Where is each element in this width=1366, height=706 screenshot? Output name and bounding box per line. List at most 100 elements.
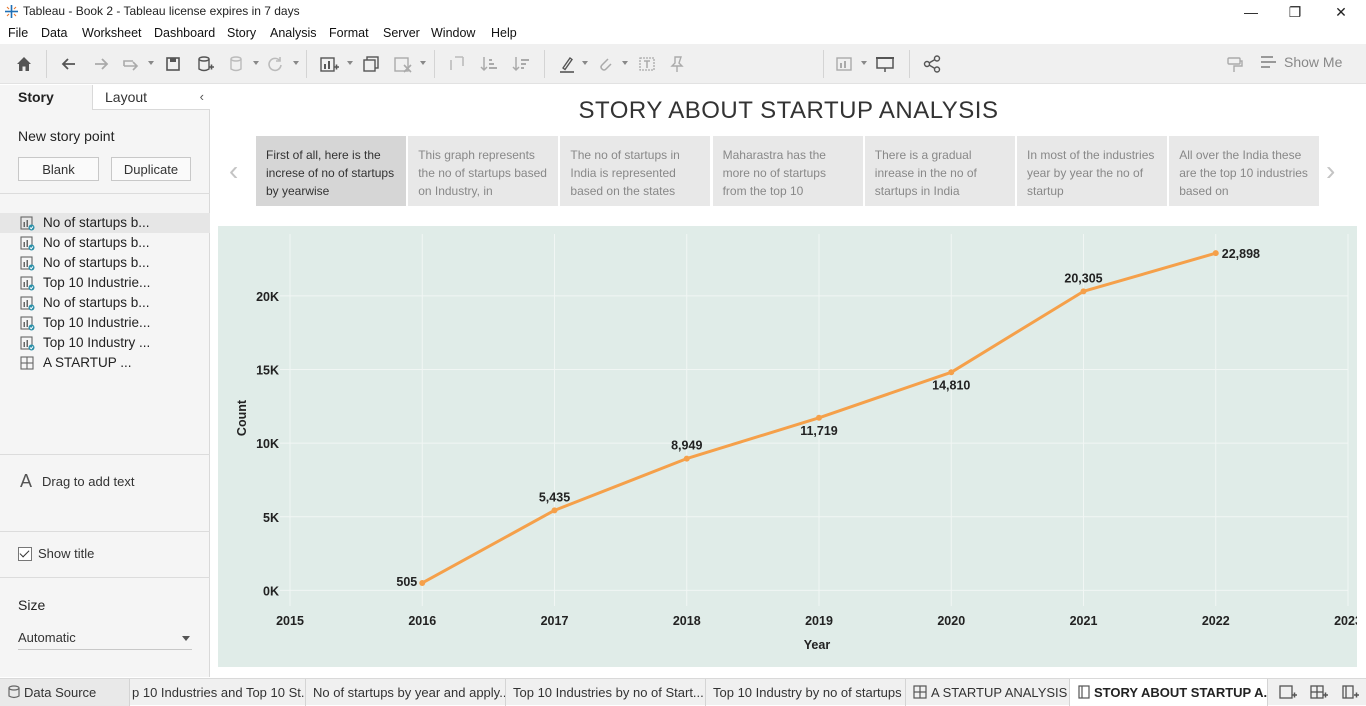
sheet-list-item[interactable]: No of startups b... — [0, 253, 210, 273]
sort-descending-icon[interactable] — [509, 52, 533, 76]
share-icon[interactable] — [920, 52, 944, 76]
data-source-tab[interactable]: Data Source — [0, 679, 130, 706]
menu-story[interactable]: Story — [227, 26, 256, 40]
menu-window[interactable]: Window — [431, 26, 475, 40]
save-icon[interactable] — [161, 52, 185, 76]
x-tick-label: 2023 — [1334, 614, 1357, 628]
menu-bar: File Data Worksheet Dashboard Story Anal… — [0, 24, 1366, 44]
sheet-list-item-label: No of startups b... — [43, 235, 150, 250]
new-data-source-icon[interactable] — [193, 52, 217, 76]
sheet-tab[interactable]: Top 10 Industry by no of startups — [706, 679, 906, 706]
replay-animation-icon[interactable] — [119, 52, 143, 76]
menu-analysis[interactable]: Analysis — [270, 26, 317, 40]
sort-ascending-icon[interactable] — [477, 52, 501, 76]
data-point — [1080, 288, 1087, 295]
data-label: 8,949 — [671, 439, 702, 453]
data-label: 20,305 — [1064, 271, 1102, 285]
sheet-list-item-label: A STARTUP ... — [43, 355, 132, 370]
menu-dashboard[interactable]: Dashboard — [154, 26, 215, 40]
new-story-tab-icon[interactable] — [1338, 680, 1362, 704]
story-point-caption[interactable]: There is a gradual inrease in the no of … — [864, 136, 1015, 206]
story-point-caption[interactable]: The no of startups in India is represent… — [560, 136, 711, 206]
refresh-icon[interactable] — [263, 52, 287, 76]
story-point-caption[interactable]: All over the India these are the top 10 … — [1169, 136, 1320, 206]
menu-help[interactable]: Help — [491, 26, 517, 40]
sheet-tab[interactable]: Top 10 Industries by no of Start... — [506, 679, 706, 706]
minimize-button[interactable]: — — [1228, 0, 1274, 24]
menu-format[interactable]: Format — [329, 26, 369, 40]
show-title-checkbox[interactable]: Show title — [18, 546, 94, 561]
sheet-list-item[interactable]: No of startups b... — [0, 233, 210, 253]
story-tab-active[interactable]: STORY ABOUT STARTUP A... — [1070, 679, 1268, 706]
duplicate-sheet-icon[interactable] — [359, 52, 383, 76]
next-story-point-arrow[interactable]: › — [1326, 155, 1335, 187]
menu-worksheet[interactable]: Worksheet — [82, 26, 142, 40]
worksheet-used-icon — [20, 276, 35, 291]
presentation-mode-icon[interactable] — [873, 52, 897, 76]
story-area: STORY ABOUT STARTUP ANALYSIS ‹ › First o… — [211, 85, 1366, 677]
redo-icon[interactable] — [89, 52, 113, 76]
duplicate-button[interactable]: Duplicate — [111, 157, 191, 181]
story-point-caption[interactable]: In most of the industries year by year t… — [1017, 136, 1167, 206]
dashboard-icon — [20, 356, 34, 370]
worksheet-used-icon — [20, 216, 35, 231]
sheet-tabs-bar: Data Source p 10 Industries and Top 10 S… — [0, 678, 1366, 706]
sheet-list-item[interactable]: Top 10 Industrie... — [0, 313, 210, 333]
story-point-caption[interactable]: This graph represents the no of startups… — [408, 136, 559, 206]
show-mark-labels-icon[interactable] — [635, 52, 659, 76]
format-painter-icon[interactable] — [1222, 52, 1246, 76]
highlight-icon[interactable] — [555, 52, 579, 76]
sheet-tab[interactable]: No of startups by year and apply... — [306, 679, 506, 706]
tab-layout[interactable]: Layout ‹ — [92, 85, 210, 110]
pause-updates-icon[interactable] — [225, 52, 249, 76]
data-source-label: Data Source — [24, 685, 97, 700]
x-tick-label: 2021 — [1070, 614, 1098, 628]
show-cards-icon[interactable] — [833, 52, 857, 76]
toolbar — [0, 44, 1366, 118]
group-members-icon[interactable] — [593, 52, 617, 76]
tab-layout-label: Layout — [105, 89, 148, 105]
sheet-list-item[interactable]: No of startups b... — [0, 293, 210, 313]
sheet-list-item[interactable]: A STARTUP ... — [0, 353, 210, 373]
home-icon[interactable] — [12, 52, 36, 76]
worksheet-used-icon — [20, 256, 35, 271]
previous-story-point-arrow[interactable]: ‹ — [229, 155, 238, 187]
restore-button[interactable]: ❐ — [1272, 0, 1318, 24]
show-me-icon — [1261, 56, 1276, 68]
data-point — [1212, 250, 1219, 257]
collapse-icon[interactable]: ‹ — [200, 89, 204, 104]
chart-panel: 0K 5K 10K 15K 20K 2015 2016 2017 2018 2019 2020 202… — [218, 226, 1362, 667]
size-dropdown[interactable]: Automatic — [18, 628, 192, 650]
sheet-list-item[interactable]: Top 10 Industry ... — [0, 333, 210, 353]
menu-data[interactable]: Data — [41, 26, 67, 40]
drag-text-label: Drag to add text — [42, 474, 135, 489]
menu-server[interactable]: Server — [383, 26, 420, 40]
size-heading: Size — [18, 597, 46, 613]
text-object-icon: A — [20, 471, 33, 491]
data-label: 5,435 — [539, 490, 570, 504]
show-me-button[interactable]: Show Me — [1260, 54, 1342, 70]
tab-story[interactable]: Story — [0, 85, 92, 110]
dashboard-tab-label: A STARTUP ANALYSIS — [931, 685, 1068, 700]
swap-rows-columns-icon[interactable] — [445, 52, 469, 76]
menu-file[interactable]: File — [8, 26, 28, 40]
undo-icon[interactable] — [57, 52, 81, 76]
new-worksheet-icon[interactable] — [317, 52, 341, 76]
sheet-list-item-label: Top 10 Industry ... — [43, 335, 151, 350]
story-point-caption[interactable]: First of all, here is the increse of no … — [256, 136, 406, 206]
y-tick-label: 10K — [256, 437, 279, 451]
sheet-list-item[interactable]: No of startups b... — [0, 213, 210, 233]
y-axis-title: Count — [235, 399, 249, 436]
sheet-tab[interactable]: p 10 Industries and Top 10 St... — [130, 679, 306, 706]
drag-to-add-text[interactable]: A Drag to add text — [20, 471, 135, 492]
sheet-list-item[interactable]: Top 10 Industrie... — [0, 273, 210, 293]
dashboard-tab[interactable]: A STARTUP ANALYSIS — [906, 679, 1070, 706]
fix-axes-icon[interactable] — [665, 52, 689, 76]
close-button[interactable]: ✕ — [1318, 0, 1364, 24]
story-point-caption[interactable]: Maharastra has the more no of startups f… — [712, 136, 863, 206]
clear-sheet-icon[interactable] — [391, 52, 415, 76]
worksheet-used-icon — [20, 336, 35, 351]
new-worksheet-tab-icon[interactable] — [1276, 680, 1300, 704]
blank-button[interactable]: Blank — [18, 157, 99, 181]
new-dashboard-tab-icon[interactable] — [1307, 680, 1331, 704]
